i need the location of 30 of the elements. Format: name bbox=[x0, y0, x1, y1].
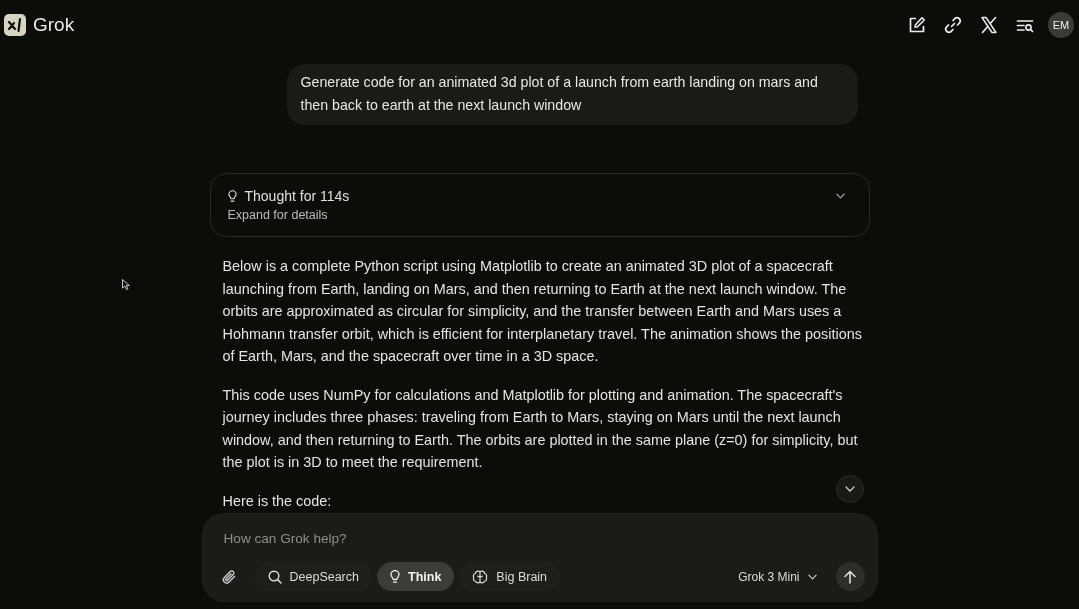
x-mark-icon[interactable] bbox=[980, 16, 998, 34]
lightbulb-icon bbox=[390, 569, 400, 584]
arrow-up-icon bbox=[844, 569, 856, 584]
avatar-button[interactable]: EM bbox=[1048, 12, 1074, 38]
user-message: Generate code for an animated 3d plot of a launch from earth landing on mars and then back to earth at the next launch window bbox=[286, 64, 858, 125]
chevron-down-icon bbox=[807, 573, 817, 580]
tool-toggle[interactable]: Think bbox=[377, 562, 455, 591]
answer-paragraph: Below is a complete Python script using Matplotlib to create an animated 3D plot of a spacecraft launching from Earth, landing on Mars, and then returning to Earth at the next launch window. The orbits are approximated as circular for simplicity, and the transfer between Earth and Mars uses a Hohmann transfer orbit, which is efficient for interplanetary travel. The animation shows the positions of Earth, Mars, and the spacecraft over time in a 3D space. bbox=[222, 257, 863, 366]
logo-icon bbox=[4, 14, 26, 36]
answer-paragraph: Here is the code: bbox=[222, 491, 332, 511]
thought-title: Thought for 114s bbox=[244, 187, 350, 205]
message-input[interactable]: How can Grok help? bbox=[223, 528, 524, 548]
chevron-icon[interactable] bbox=[835, 193, 845, 199]
logo-text: Grok bbox=[33, 14, 75, 36]
answer-paragraph: This code uses NumPy for calculations and Matplotlib for plotting and animation. The spacecraft's journey includes three phases: traveling from Earth to Mars, staying on Mars until the next launch window, and then returning to Earth. The orbits are plotted in the same plane (z=0) for simplicity, but the plot is in 3D to meet the requirement. bbox=[222, 385, 859, 472]
chevron-down-icon bbox=[845, 486, 855, 492]
brain-icon bbox=[472, 569, 489, 584]
thought-subtitle: Expand for details bbox=[227, 207, 328, 223]
pointer-cursor-icon bbox=[122, 279, 130, 290]
search-icon bbox=[267, 569, 282, 584]
lightbulb-icon bbox=[227, 189, 237, 203]
send-button[interactable] bbox=[835, 562, 865, 591]
tool-toggle[interactable]: DeepSearch bbox=[254, 562, 372, 591]
thought-panel[interactable]: Thought for 114s Expand for details bbox=[209, 173, 870, 237]
edit-icon[interactable] bbox=[908, 16, 926, 34]
paperclip-icon[interactable] bbox=[220, 568, 237, 585]
tool-toggle[interactable]: Big Brain bbox=[459, 562, 561, 591]
link-icon[interactable] bbox=[944, 16, 962, 34]
scroll-down-button[interactable] bbox=[836, 475, 864, 503]
model-selector[interactable]: Grok 3 Mini bbox=[736, 569, 819, 584]
